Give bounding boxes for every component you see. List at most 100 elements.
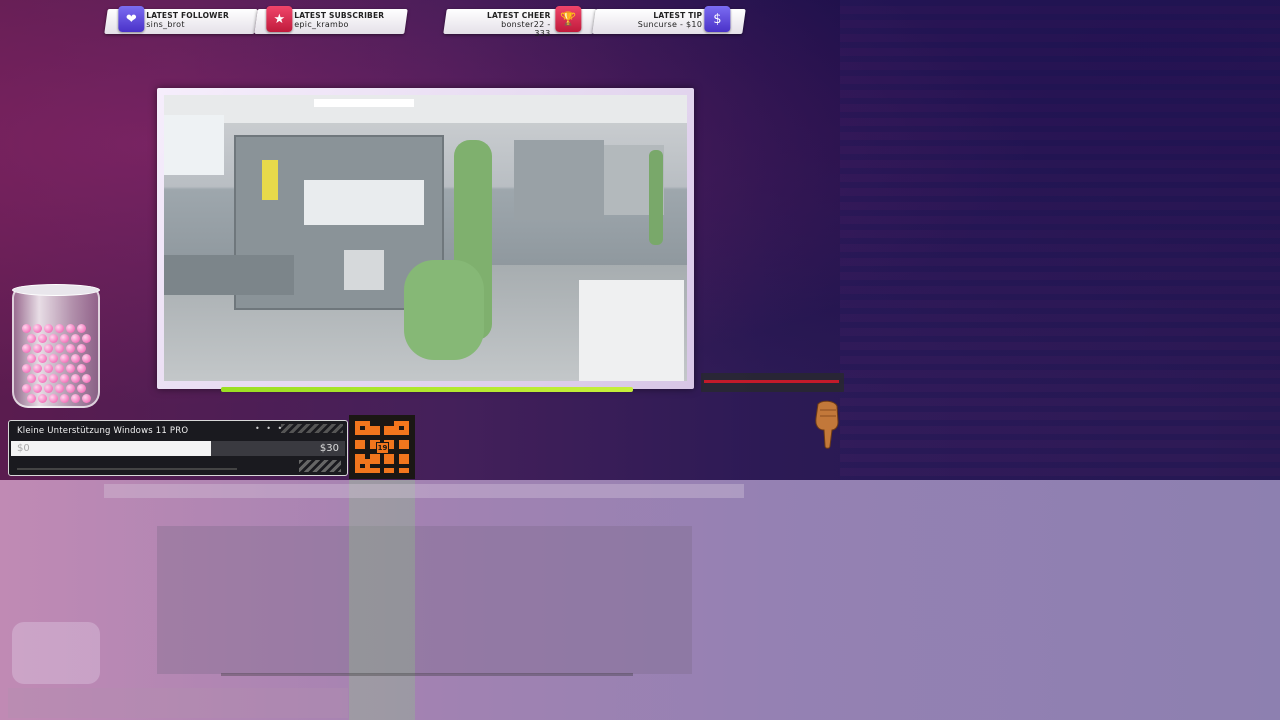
jar-ball	[60, 374, 69, 383]
tip-jar	[12, 284, 100, 408]
jar-ball	[55, 384, 64, 393]
jar-ball	[44, 324, 53, 333]
goal-dots: • • •	[255, 424, 285, 433]
jar-ball	[38, 334, 47, 343]
jar-ball	[22, 324, 31, 333]
jar-ball	[38, 354, 47, 363]
alert-value: epic_krambo	[294, 20, 349, 29]
jar-ball	[33, 344, 42, 353]
jar-ball	[60, 394, 69, 403]
alert-title: LATEST TIP	[653, 11, 703, 20]
jar-ball	[44, 364, 53, 373]
jar-ball	[33, 384, 42, 393]
pointing-hand-icon	[815, 400, 839, 449]
jar-ball	[82, 334, 91, 343]
jar-ball	[49, 334, 58, 343]
goal-label: Kleine Unterstützung Windows 11 PRO	[17, 426, 189, 436]
jar-ball	[27, 394, 36, 403]
goal-progress-fill	[11, 441, 212, 456]
goal-divider	[17, 468, 237, 470]
alert-value: sins_brot	[146, 20, 185, 29]
video-progress-bar	[221, 387, 633, 392]
jar-ball	[38, 394, 47, 403]
video-worker-crouching	[404, 260, 484, 360]
reflection-progress	[221, 673, 633, 676]
latest-subscriber-alert: ★ LATEST SUBSCRIBER epic_krambo	[254, 6, 408, 34]
jar-ball	[33, 364, 42, 373]
video-white-box	[579, 280, 684, 381]
background-glitch-stripes	[840, 0, 1280, 480]
jar-ball	[55, 324, 64, 333]
video-machine-base	[164, 255, 294, 295]
jar-ball	[55, 364, 64, 373]
reflection-goal	[8, 688, 348, 718]
reflection-jar	[12, 622, 100, 684]
latest-follower-alert: ❤ LATEST FOLLOWER sins_brot	[104, 6, 258, 34]
goal-decoration	[281, 424, 343, 433]
jar-ball	[71, 354, 80, 363]
alert-title: LATEST FOLLOWER	[146, 11, 229, 20]
jar-ball	[71, 334, 80, 343]
jar-ball	[55, 344, 64, 353]
reflection-alerts	[104, 484, 744, 498]
video-player[interactable]	[164, 95, 687, 381]
jar-ball	[60, 354, 69, 363]
video-machine-back	[514, 140, 604, 220]
goal-decoration	[299, 460, 341, 472]
jar-ball	[22, 364, 31, 373]
video-frame	[157, 88, 694, 389]
donation-goal-widget: Kleine Unterstützung Windows 11 PRO • • …	[8, 420, 348, 476]
jar-ball	[22, 344, 31, 353]
qr-module	[404, 468, 409, 473]
goal-start-amount: $0	[17, 443, 30, 454]
jar-ball	[82, 374, 91, 383]
jar-ball	[38, 374, 47, 383]
jar-ball	[66, 384, 75, 393]
jar-ball	[27, 334, 36, 343]
jar-ball	[44, 384, 53, 393]
jar-ball	[44, 344, 53, 353]
video-machine-yellow-label	[262, 160, 278, 200]
alert-value: Suncurse - $10	[637, 20, 703, 29]
alert-title: LATEST CHEER	[487, 11, 551, 20]
jar-ball	[22, 384, 31, 393]
goal-progress-bar	[11, 441, 345, 456]
latest-cheer-alert: LATEST CHEER bonster22 - 333 🏆	[443, 6, 597, 38]
chat-message-bar	[704, 380, 839, 383]
video-control-box	[344, 250, 384, 290]
latest-tip-alert: LATEST TIP Suncurse - $10 $	[592, 6, 746, 34]
jar-ball	[66, 344, 75, 353]
jar-ball	[66, 324, 75, 333]
reflection-qr-column	[349, 480, 415, 720]
qr-logo: 19	[376, 442, 389, 454]
goal-end-amount: $30	[319, 443, 339, 454]
jar-ball	[77, 344, 86, 353]
money-bag-icon: $	[704, 6, 731, 32]
jar-ball	[27, 354, 36, 363]
donation-qr-code[interactable]: 19	[349, 415, 415, 479]
jar-ball	[66, 364, 75, 373]
reflection-video	[157, 526, 692, 674]
jar-ball	[77, 384, 86, 393]
jar-ball	[82, 354, 91, 363]
video-window	[164, 115, 224, 175]
jar-ball	[60, 334, 69, 343]
star-icon: ★	[266, 6, 293, 32]
video-light	[314, 99, 414, 107]
jar-ball	[49, 374, 58, 383]
jar-ball	[27, 374, 36, 383]
jar-ball	[49, 354, 58, 363]
jar-ball	[49, 394, 58, 403]
chat-widget	[701, 373, 844, 392]
trophy-icon: 🏆	[555, 6, 582, 32]
alert-value: bonster22 - 333	[501, 20, 551, 38]
jar-ball	[77, 324, 86, 333]
alert-title: LATEST SUBSCRIBER	[294, 11, 385, 20]
jar-ball	[77, 364, 86, 373]
jar-ball	[33, 324, 42, 333]
jar-rim	[12, 284, 100, 296]
jar-ball	[71, 394, 80, 403]
jar-ball	[71, 374, 80, 383]
overlay-bottom-reflection	[0, 480, 1280, 720]
jar-ball	[82, 394, 91, 403]
